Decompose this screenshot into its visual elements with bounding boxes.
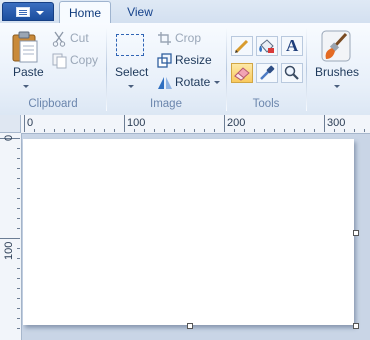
tools-group-label: Tools — [252, 98, 280, 110]
brushes-button[interactable]: Brushes — [310, 28, 364, 92]
image-group-label: Image — [150, 98, 182, 110]
clipboard-group-label: Clipboard — [28, 98, 78, 110]
selection-rectangle-icon — [116, 34, 144, 56]
text-tool-button[interactable]: A — [281, 36, 303, 56]
copy-icon — [52, 53, 67, 69]
select-label: Select — [115, 65, 149, 79]
document-icon — [16, 7, 30, 17]
select-button[interactable]: Select — [111, 28, 153, 92]
ruler-label: 200 — [227, 117, 246, 129]
cut-label: Cut — [70, 31, 89, 45]
scissors-icon — [52, 31, 66, 47]
fill-icon — [259, 39, 274, 53]
crop-button[interactable]: Crop — [155, 30, 215, 48]
paste-label: Paste — [13, 65, 44, 79]
cut-button[interactable]: Cut — [50, 30, 102, 48]
ruler-label: 300 — [327, 117, 346, 129]
ruler-label: 0 — [3, 134, 15, 141]
resize-icon — [157, 53, 172, 68]
tab-view[interactable]: View — [118, 1, 162, 23]
crop-label: Crop — [175, 31, 202, 45]
application-menu-button[interactable] — [2, 2, 54, 21]
magnifier-icon — [284, 65, 299, 80]
paste-icon — [12, 31, 38, 63]
ruler-minor-ticks — [24, 129, 370, 132]
crop-icon — [158, 32, 171, 45]
vertical-ruler: 0 100 — [0, 133, 22, 340]
ruler-label: 100 — [127, 117, 146, 129]
group-separator — [306, 27, 307, 111]
text-icon: A — [286, 36, 299, 55]
paste-button[interactable]: Paste — [6, 28, 46, 92]
fill-tool-button[interactable] — [256, 36, 278, 56]
brushes-label: Brushes — [315, 65, 360, 79]
resize-handle-right[interactable] — [353, 230, 359, 236]
chevron-down-icon — [128, 85, 134, 88]
ribbon-home: Paste Cut Copy Clipboard Select Crop Res… — [0, 23, 370, 116]
copy-label: Copy — [70, 53, 99, 67]
ruler-label: 100 — [3, 241, 15, 260]
ruler-corner — [0, 115, 21, 133]
rotate-button[interactable]: Rotate — [155, 74, 221, 92]
ribbon-tab-bar: Home View — [0, 0, 370, 24]
pencil-icon — [234, 39, 249, 54]
ruler-label: 0 — [27, 117, 34, 129]
resize-handle-corner[interactable] — [353, 323, 359, 329]
chevron-down-icon — [334, 85, 340, 88]
chevron-down-icon — [36, 11, 44, 15]
copy-button[interactable]: Copy — [50, 52, 102, 70]
resize-handle-bottom[interactable] — [187, 323, 193, 329]
chevron-down-icon — [23, 85, 29, 88]
resize-button[interactable]: Resize — [155, 52, 217, 70]
eraser-icon — [234, 67, 250, 81]
magnifier-tool-button[interactable] — [281, 63, 303, 83]
rotate-icon — [158, 77, 172, 89]
drawing-canvas[interactable] — [23, 139, 354, 325]
resize-label: Resize — [175, 53, 212, 67]
chevron-down-icon — [214, 81, 220, 84]
ruler-minor-ticks — [17, 138, 20, 338]
rotate-label: Rotate — [175, 75, 211, 89]
eraser-tool-button[interactable] — [231, 63, 253, 83]
color-picker-tool-button[interactable] — [256, 63, 278, 83]
color-picker-icon — [260, 65, 275, 80]
tab-home[interactable]: Home — [59, 1, 111, 23]
brush-icon — [321, 30, 351, 62]
pencil-tool-button[interactable] — [231, 36, 253, 56]
horizontal-ruler: 0 100 200 300 — [21, 115, 370, 134]
